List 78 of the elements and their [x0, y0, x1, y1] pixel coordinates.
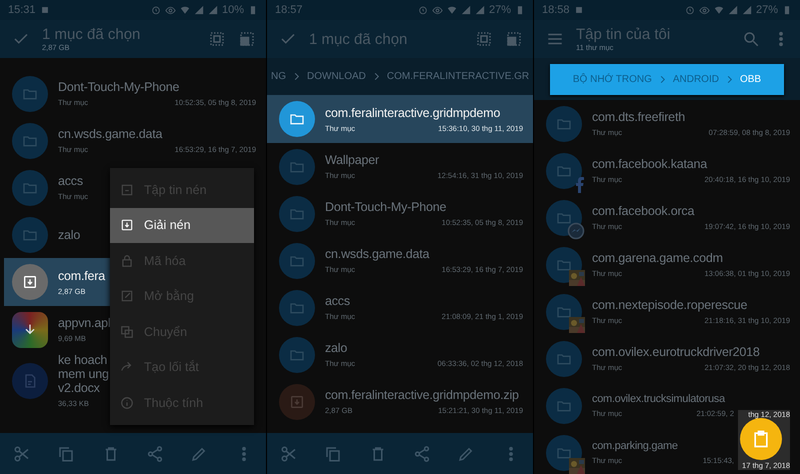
- select-range-icon[interactable]: [238, 30, 256, 48]
- file-name: com.nextepisode.roperescue: [592, 298, 748, 312]
- signal-icon: [728, 5, 738, 15]
- archive-icon: [22, 274, 38, 290]
- signal-icon: [208, 5, 218, 15]
- share-icon[interactable]: [413, 444, 432, 462]
- select-range-icon[interactable]: [505, 30, 523, 48]
- info-icon: [120, 396, 134, 410]
- alarm-icon: [150, 5, 161, 15]
- search-icon[interactable]: [742, 30, 760, 48]
- file-name: com.facebook.orca: [592, 204, 696, 218]
- signal-icon: [460, 5, 471, 15]
- file-name: zalo: [58, 228, 82, 242]
- paste-button[interactable]: [740, 418, 782, 460]
- file-name: Wallpaper: [325, 153, 380, 167]
- file-name: cn.wsds.game.data: [58, 127, 164, 141]
- file-name: zalo: [325, 341, 348, 355]
- file-name: com.garena.game.codm: [592, 251, 724, 265]
- battery-level: 27%: [488, 4, 511, 16]
- eye-icon: [164, 4, 176, 16]
- breadcrumb-item[interactable]: OBB: [740, 74, 762, 85]
- file-name: Dont-Touch-My-Phone: [58, 80, 180, 94]
- scissors-icon[interactable]: [13, 444, 32, 462]
- breadcrumb-item[interactable]: ANDROID: [672, 74, 719, 85]
- move-icon: [120, 324, 134, 339]
- file-name: com.parking.game: [592, 440, 679, 452]
- file-name: accs: [58, 174, 84, 188]
- clock: 15:31: [8, 4, 36, 16]
- alarm-icon: [418, 5, 428, 15]
- file-name: com.fera: [58, 268, 106, 282]
- scissors-icon[interactable]: [280, 444, 298, 462]
- copy-icon[interactable]: [324, 444, 342, 462]
- clock: 18:57: [275, 4, 303, 16]
- copy-icon[interactable]: [57, 444, 76, 462]
- battery-icon: [515, 5, 525, 15]
- open-with-icon: [120, 289, 134, 304]
- archive-icon: [120, 182, 134, 197]
- breadcrumb-item[interactable]: COM.FERALINTERACTIVE.GR: [386, 71, 530, 82]
- select-all-icon[interactable]: [475, 30, 493, 48]
- file-name: appvn.apl: [58, 316, 112, 330]
- selection-title: 1 mục đã chọn: [42, 26, 142, 43]
- wifi-icon: [180, 5, 190, 15]
- file-name: com.ovilex.trucksimulatorusa: [592, 393, 726, 405]
- battery-icon: [782, 5, 792, 15]
- file-name: com.facebook.katana: [592, 157, 708, 171]
- wifi-icon: [446, 5, 457, 15]
- file-name: accs: [325, 294, 351, 308]
- selection-title: 1 mục đã chọn: [309, 30, 408, 48]
- signal-icon: [194, 5, 204, 15]
- file-name: Dont-Touch-My-Phone: [325, 200, 448, 214]
- breadcrumb-item[interactable]: NG: [271, 71, 286, 82]
- facebook-badge-icon: [575, 176, 585, 192]
- app-title: Tập tin của tôi: [576, 26, 672, 43]
- signal-icon: [474, 5, 485, 15]
- breadcrumb-item[interactable]: DOWNLOAD: [307, 71, 366, 82]
- battery-level: 10%: [222, 4, 244, 16]
- eye-icon: [432, 4, 443, 16]
- battery-icon: [248, 5, 258, 15]
- menu-item[interactable]: Giải nén: [110, 208, 254, 243]
- messenger-badge-icon: [567, 222, 585, 240]
- lock-icon: [120, 254, 134, 268]
- file-name: ke hoach mem ung v2.docx: [58, 353, 110, 395]
- file-name: cn.wsds.game.data: [325, 247, 430, 261]
- eye-icon: [698, 4, 710, 16]
- share-icon[interactable]: [146, 444, 164, 462]
- file-name: com.feralinteractive.gridmpdemo.zip: [325, 388, 520, 402]
- file-name: com.ovilex.eurotruckdriver2018: [592, 345, 761, 359]
- archive-icon: [289, 394, 305, 410]
- file-name: com.feralinteractive.gridmpdemo: [325, 106, 502, 120]
- file-name: com.dts.freefireth: [592, 110, 686, 124]
- wifi-icon: [714, 5, 724, 15]
- clock: 18:58: [542, 4, 570, 16]
- battery-level: 27%: [756, 4, 778, 16]
- alarm-icon: [684, 5, 695, 15]
- archive-icon: [120, 218, 134, 232]
- breadcrumb-item[interactable]: BỘ NHỚ TRONG: [572, 74, 652, 85]
- signal-icon: [742, 5, 752, 15]
- select-all-icon[interactable]: [208, 30, 226, 48]
